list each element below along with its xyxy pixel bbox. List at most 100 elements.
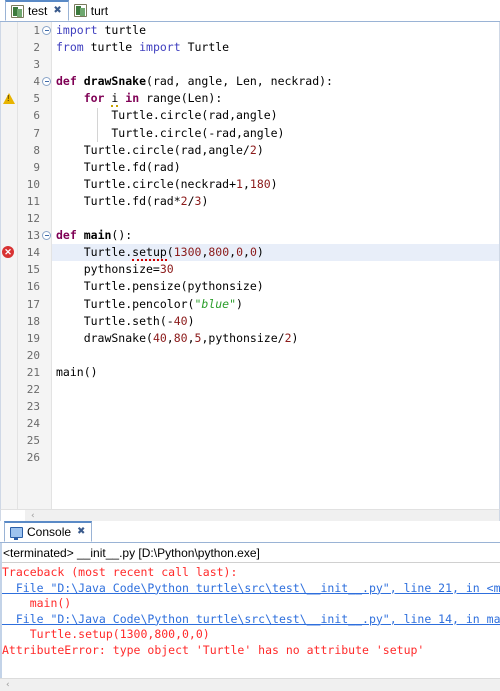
- console-output[interactable]: Traceback (most recent call last): File …: [0, 563, 500, 678]
- error-circle-icon[interactable]: ✕: [2, 246, 14, 259]
- code-line[interactable]: [52, 398, 499, 415]
- fold-row: [41, 210, 51, 227]
- code-line[interactable]: def main():: [52, 227, 499, 244]
- console-error-line: Traceback (most recent call last):: [2, 565, 238, 579]
- annotation-row: [1, 210, 17, 227]
- editor-part: test ✖ turt ✕ 12345678910111213141516171…: [0, 0, 500, 523]
- scroll-left-icon[interactable]: ‹: [0, 680, 10, 690]
- code-line[interactable]: Turtle.pensize(pythonsize): [52, 278, 499, 295]
- indent-guide: [97, 107, 98, 142]
- console-monitor-icon: [10, 526, 23, 540]
- console-left-rail: [0, 543, 2, 678]
- line-number: 16: [26, 280, 40, 294]
- annotation-row: ✕: [1, 244, 17, 261]
- console-tab-bar: Console ✖: [0, 521, 500, 543]
- fold-row: [41, 142, 51, 159]
- code-line[interactable]: [52, 210, 499, 227]
- console-tab[interactable]: Console ✖: [4, 521, 93, 542]
- console-trace-link[interactable]: File "D:\Java Code\Python turtle\src\tes…: [2, 612, 500, 628]
- line-number-ruler: 1 2 3 4 5 6 7 8 9 10 11 12 13 14 15 16 17 18 19 20 21 22 23 24 2…: [18, 22, 41, 509]
- code-line[interactable]: [52, 449, 499, 466]
- annotation-row: [1, 278, 17, 295]
- folding-ruler[interactable]: [41, 22, 52, 509]
- fold-row: [41, 193, 51, 210]
- fold-collapse-icon[interactable]: [42, 77, 51, 87]
- fold-collapse-icon[interactable]: [42, 26, 51, 35]
- close-icon[interactable]: ✖: [53, 6, 61, 16]
- code-line[interactable]: Turtle.circle(rad,angle): [52, 107, 499, 124]
- line-number: 18: [26, 314, 40, 328]
- code-line[interactable]: [52, 347, 499, 364]
- fold-row: [41, 296, 51, 313]
- fold-row: [41, 347, 51, 364]
- code-line[interactable]: Turtle.circle(neckrad+1,180): [52, 176, 499, 193]
- annotation-row: [1, 364, 17, 381]
- python-file-icon: [73, 4, 87, 17]
- editor-tab-turt[interactable]: turt: [68, 0, 115, 21]
- code-line[interactable]: Turtle.circle(-rad,angle): [52, 125, 499, 142]
- annotation-row: [1, 176, 17, 193]
- annotation-ruler[interactable]: ✕: [1, 22, 18, 509]
- fold-row: [41, 39, 51, 56]
- line-number: 4: [33, 75, 40, 89]
- annotation-row: [1, 159, 17, 176]
- annotation-row: [1, 125, 17, 142]
- code-line[interactable]: drawSnake(40,80,5,pythonsize/2): [52, 330, 499, 347]
- fold-row: [41, 244, 51, 261]
- annotation-row: [1, 56, 17, 73]
- code-line[interactable]: main(): [52, 364, 499, 381]
- editor-tab-label: test: [28, 4, 48, 18]
- code-line[interactable]: pythonsize=30: [52, 261, 499, 278]
- annotation-row: [1, 381, 17, 398]
- eclipse-ide-window: test ✖ turt ✕ 12345678910111213141516171…: [0, 0, 500, 691]
- fold-row: [41, 261, 51, 278]
- line-number: 24: [26, 417, 40, 431]
- scroll-left-icon[interactable]: ‹: [25, 511, 35, 521]
- annotation-row: [1, 107, 17, 124]
- annotation-row: [1, 432, 17, 449]
- code-line[interactable]: from turtle import Turtle: [52, 39, 499, 56]
- code-line[interactable]: import turtle: [52, 22, 499, 39]
- console-part: Console ✖ <terminated> __init__.py [D:\P…: [0, 521, 500, 691]
- code-text-area[interactable]: import turtle from turtle import Turtle d…: [52, 22, 499, 509]
- annotation-row: [1, 90, 17, 107]
- code-line[interactable]: Turtle.fd(rad*2/3): [52, 193, 499, 210]
- code-line[interactable]: def drawSnake(rad, angle, Len, neckrad):: [52, 73, 499, 90]
- line-number: 15: [26, 263, 40, 277]
- line-number: 19: [26, 331, 40, 345]
- console-error-line: Turtle.setup(1300,800,0,0): [2, 627, 210, 642]
- code-line[interactable]: [52, 381, 499, 398]
- annotation-row: [1, 296, 17, 313]
- code-line[interactable]: [52, 432, 499, 449]
- code-line[interactable]: Turtle.circle(rad,angle/2): [52, 142, 499, 159]
- code-line[interactable]: [52, 415, 499, 432]
- line-number: 21: [26, 365, 40, 379]
- fold-row: [41, 449, 51, 466]
- code-line[interactable]: Turtle.pencolor("blue"): [52, 296, 499, 313]
- console-tab-label: Console: [27, 525, 72, 539]
- editor-body[interactable]: ✕ 12345678910111213141516171819202122232…: [0, 22, 500, 509]
- fold-row: [41, 432, 51, 449]
- warning-triangle-icon[interactable]: [3, 93, 15, 105]
- fold-row: [41, 90, 51, 107]
- fold-collapse-icon[interactable]: [42, 231, 51, 241]
- line-number: 11: [26, 194, 40, 208]
- code-line[interactable]: Turtle.fd(rad): [52, 159, 499, 176]
- code-line[interactable]: [52, 56, 499, 73]
- fold-row: [41, 278, 51, 295]
- annotation-row: [1, 73, 17, 90]
- code-line[interactable]: Turtle.setup(1300,800,0,0): [52, 244, 499, 262]
- fold-row: [41, 381, 51, 398]
- code-line[interactable]: for i in range(Len):: [52, 90, 499, 108]
- annotation-row: [1, 313, 17, 330]
- annotation-row: [1, 39, 17, 56]
- editor-tab-label: turt: [90, 3, 109, 18]
- line-number: 1: [33, 24, 40, 37]
- console-trace-link[interactable]: File "D:\Java Code\Python turtle\src\tes…: [2, 581, 500, 597]
- code-line[interactable]: Turtle.seth(-40): [52, 313, 499, 330]
- fold-row: [41, 415, 51, 432]
- console-horizontal-scrollbar[interactable]: ‹: [0, 678, 500, 691]
- editor-tab-test[interactable]: test ✖: [5, 0, 69, 21]
- line-number: 2: [33, 41, 40, 55]
- close-icon[interactable]: ✖: [77, 527, 85, 537]
